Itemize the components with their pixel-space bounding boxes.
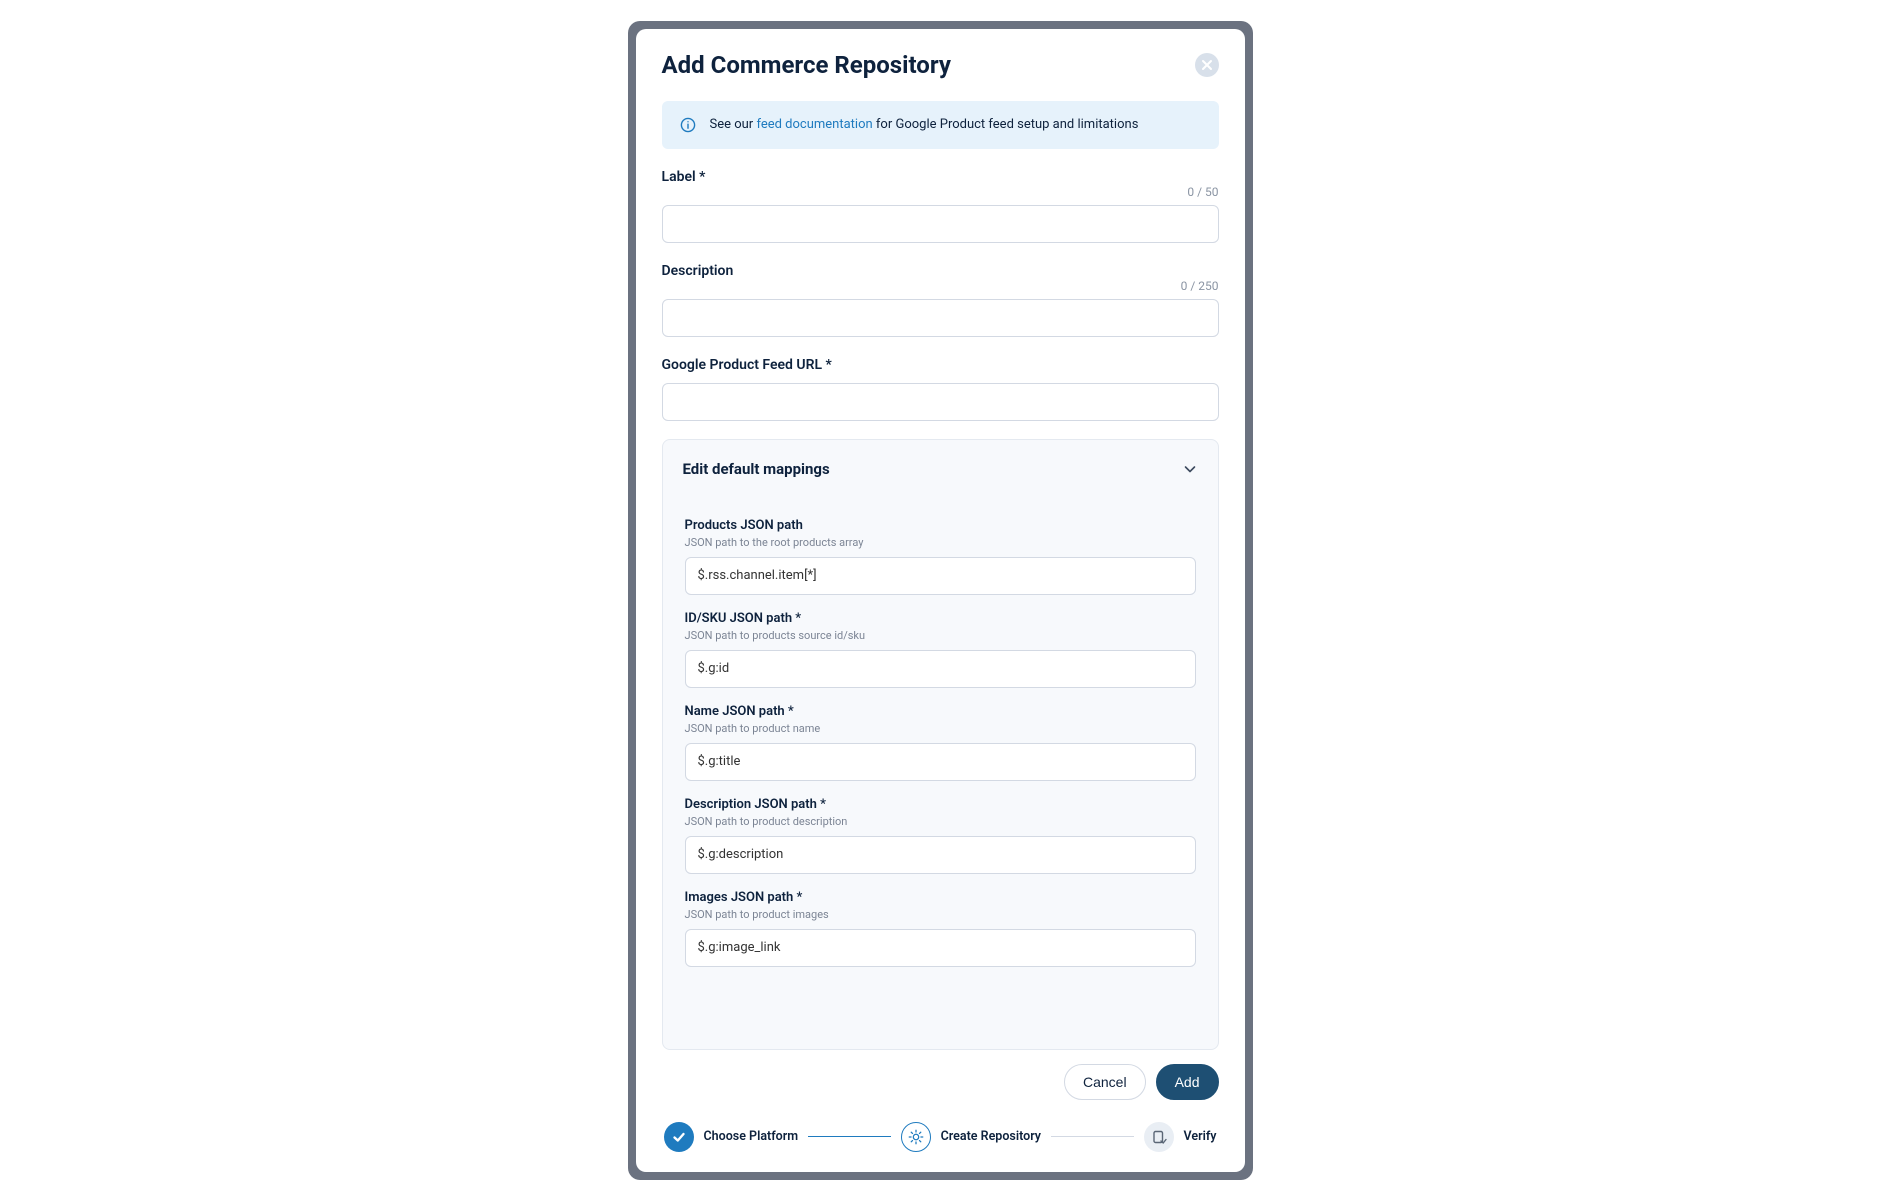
close-button[interactable]: [1195, 53, 1219, 77]
stepper-connector-1: [808, 1136, 890, 1138]
mappings-toggle[interactable]: Edit default mappings: [679, 460, 1202, 478]
check-icon: [671, 1129, 687, 1145]
chevron-down-icon: [1182, 461, 1198, 477]
step-current-indicator: [901, 1122, 931, 1152]
name-path-input[interactable]: [685, 743, 1196, 781]
feed-url-input[interactable]: [662, 383, 1219, 421]
add-button[interactable]: Add: [1156, 1064, 1219, 1100]
images-path-label: Images JSON path *: [685, 890, 1196, 905]
step-choose-platform: Choose Platform: [664, 1122, 799, 1152]
verify-icon: [1151, 1129, 1167, 1145]
label-field-group: Label * 0 / 50: [662, 169, 1219, 243]
step2-label: Create Repository: [941, 1129, 1041, 1144]
products-path-hint: JSON path to the root products array: [685, 536, 1196, 549]
name-path-label: Name JSON path *: [685, 704, 1196, 719]
description-field-label: Description: [662, 263, 1219, 279]
name-path-field: Name JSON path * JSON path to product na…: [679, 704, 1202, 781]
step-verify: Verify: [1144, 1122, 1217, 1152]
feed-url-field-group: Google Product Feed URL *: [662, 357, 1219, 421]
images-path-hint: JSON path to product images: [685, 908, 1196, 921]
close-icon: [1201, 59, 1213, 71]
stepper: Choose Platform Create Repository: [662, 1122, 1219, 1152]
description-path-field: Description JSON path * JSON path to pro…: [679, 797, 1202, 874]
label-input[interactable]: [662, 205, 1219, 243]
gear-icon: [907, 1128, 925, 1146]
products-path-input[interactable]: [685, 557, 1196, 595]
idsku-path-input[interactable]: [685, 650, 1196, 688]
info-prefix: See our: [710, 117, 757, 132]
description-path-input[interactable]: [685, 836, 1196, 874]
info-suffix: for Google Product feed setup and limita…: [873, 117, 1139, 132]
products-path-field: Products JSON path JSON path to the root…: [679, 518, 1202, 595]
info-text: See our feed documentation for Google Pr…: [710, 117, 1139, 132]
modal-title: Add Commerce Repository: [662, 51, 951, 79]
step3-label: Verify: [1184, 1129, 1217, 1144]
modal-backdrop: Add Commerce Repository See our feed doc…: [628, 21, 1253, 1180]
modal-header: Add Commerce Repository: [662, 51, 1219, 79]
cancel-button[interactable]: Cancel: [1064, 1064, 1146, 1100]
step-pending-indicator: [1144, 1122, 1174, 1152]
mappings-title: Edit default mappings: [683, 460, 830, 478]
feed-url-field-label: Google Product Feed URL *: [662, 357, 1219, 373]
description-field-counter: 0 / 250: [662, 279, 1219, 293]
footer-actions: Cancel Add: [662, 1064, 1219, 1100]
description-path-label: Description JSON path *: [685, 797, 1196, 812]
description-field-group: Description 0 / 250: [662, 263, 1219, 337]
label-field-label: Label *: [662, 169, 1219, 185]
add-commerce-repo-modal: Add Commerce Repository See our feed doc…: [636, 29, 1245, 1172]
name-path-hint: JSON path to product name: [685, 722, 1196, 735]
feed-documentation-link[interactable]: feed documentation: [756, 117, 872, 132]
idsku-path-label: ID/SKU JSON path *: [685, 611, 1196, 626]
images-path-field: Images JSON path * JSON path to product …: [679, 890, 1202, 967]
products-path-label: Products JSON path: [685, 518, 1196, 533]
description-path-hint: JSON path to product description: [685, 815, 1196, 828]
idsku-path-field: ID/SKU JSON path * JSON path to products…: [679, 611, 1202, 688]
idsku-path-hint: JSON path to products source id/sku: [685, 629, 1196, 642]
step1-label: Choose Platform: [704, 1129, 799, 1144]
info-icon: [680, 117, 696, 133]
description-input[interactable]: [662, 299, 1219, 337]
stepper-connector-2: [1051, 1136, 1133, 1138]
info-banner: See our feed documentation for Google Pr…: [662, 101, 1219, 149]
step-done-indicator: [664, 1122, 694, 1152]
label-field-counter: 0 / 50: [662, 185, 1219, 199]
images-path-input[interactable]: [685, 929, 1196, 967]
mappings-panel: Edit default mappings Products JSON path…: [662, 439, 1219, 1050]
step-create-repository: Create Repository: [901, 1122, 1041, 1152]
